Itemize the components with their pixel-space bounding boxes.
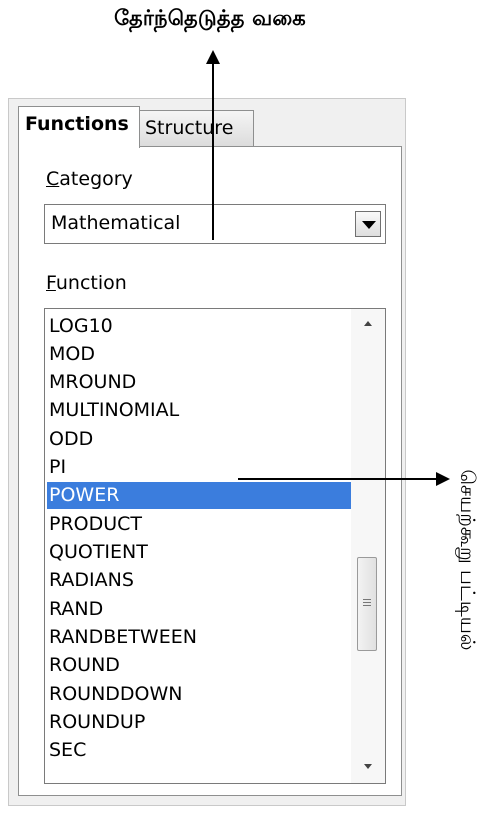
vertical-scrollbar[interactable] [351, 309, 385, 783]
category-label-text: ategory [59, 168, 133, 190]
category-dropdown[interactable]: Mathematical [44, 204, 386, 244]
annotation-arrow-line-horizontal [238, 478, 438, 480]
grip-line [363, 602, 371, 603]
grip-line [363, 599, 371, 600]
tab-structure[interactable]: Structure [138, 110, 254, 146]
list-item[interactable]: ODD [49, 426, 349, 453]
list-item[interactable]: MOD [49, 341, 349, 368]
scrollbar-thumb[interactable] [357, 557, 377, 651]
grip-line [363, 605, 371, 606]
list-item[interactable]: RANDBETWEEN [49, 624, 349, 651]
list-item[interactable]: PRODUCT [49, 511, 349, 538]
scroll-down-icon[interactable] [364, 764, 372, 769]
list-item[interactable]: LOG10 [49, 313, 349, 340]
category-selected-value: Mathematical [51, 212, 181, 234]
list-item[interactable]: ROUND [49, 652, 349, 679]
list-item[interactable]: MULTINOMIAL [49, 397, 349, 424]
function-label: Function [46, 272, 127, 294]
function-label-mnemonic: F [46, 272, 56, 294]
list-item[interactable]: ROUNDDOWN [49, 681, 349, 708]
list-item[interactable]: ROUNDUP [49, 709, 349, 736]
chevron-down-icon [362, 221, 376, 229]
function-label-text: unction [55, 272, 127, 294]
dropdown-arrow-button[interactable] [355, 211, 381, 237]
list-item[interactable]: RADIANS [49, 567, 349, 594]
annotation-function-list: செயற்கூறு பட்டியல் [456, 469, 480, 651]
annotation-selected-category: தேர்ந்தெடுத்த வகை [114, 6, 306, 30]
scroll-up-icon[interactable] [364, 321, 372, 326]
list-item-selected[interactable]: POWER [47, 482, 351, 509]
list-item[interactable]: QUOTIENT [49, 539, 349, 566]
list-item[interactable]: MROUND [49, 369, 349, 396]
category-label-mnemonic: C [46, 168, 60, 190]
annotation-arrow-line-vertical [212, 60, 214, 240]
list-item[interactable]: RAND [49, 596, 349, 623]
tab-functions[interactable]: Functions [18, 106, 140, 148]
annotation-arrow-right [436, 472, 450, 486]
list-item[interactable]: SEC [49, 737, 349, 764]
function-listbox[interactable]: LOG10 MOD MROUND MULTINOMIAL ODD PI POWE… [44, 308, 386, 784]
list-item[interactable]: PI [49, 454, 349, 481]
category-label: Category [46, 168, 133, 190]
